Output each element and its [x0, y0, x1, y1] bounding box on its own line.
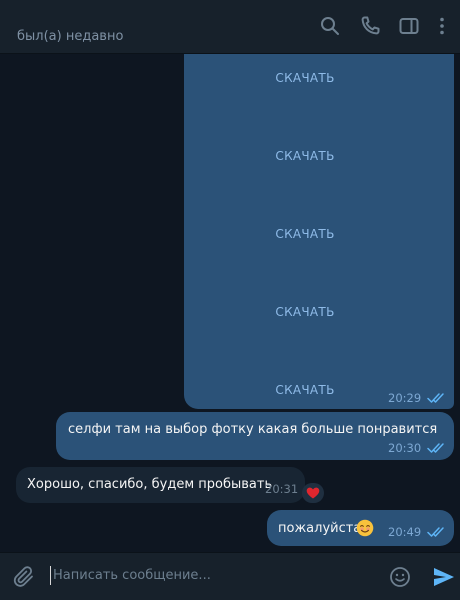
last-seen-status: был(а) недавно [17, 29, 124, 44]
sidebar-toggle-icon[interactable] [397, 14, 421, 38]
download-button[interactable]: СКАЧАТЬ [184, 227, 426, 241]
read-checkmarks-icon [427, 393, 444, 403]
message-time: 20:30 [388, 441, 422, 455]
read-checkmarks-icon [427, 527, 444, 537]
message-time: 20:29 [388, 391, 422, 405]
message-input[interactable]: Написать сообщение... [53, 568, 211, 583]
heart-icon [306, 487, 320, 499]
message-composer: Написать сообщение... [0, 552, 460, 600]
download-button[interactable]: СКАЧАТЬ [184, 71, 426, 85]
outgoing-message[interactable]: селфи там на выбор фотку какая больше по… [56, 412, 454, 460]
incoming-message[interactable]: Хорошо, спасибо, будем пробывать 20:31 [16, 467, 305, 503]
download-button[interactable]: СКАЧАТЬ [184, 305, 426, 319]
more-icon[interactable] [430, 14, 454, 38]
text-cursor [50, 566, 51, 585]
message-text: пожалуйста) [278, 521, 367, 536]
download-button[interactable]: СКАЧАТЬ [184, 149, 426, 163]
message-list[interactable]: СКАЧАТЬ СКАЧАТЬ СКАЧАТЬ СКАЧАТЬ СКАЧАТЬ … [0, 54, 460, 552]
reaction-badge[interactable] [302, 483, 324, 503]
message-text: селфи там на выбор фотку какая больше по… [68, 422, 438, 437]
send-icon[interactable] [431, 564, 457, 590]
message-time: 20:31 [265, 482, 299, 496]
media-message[interactable]: СКАЧАТЬ СКАЧАТЬ СКАЧАТЬ СКАЧАТЬ СКАЧАТЬ … [184, 54, 454, 409]
smiling-face-emoji [356, 519, 374, 537]
phone-icon[interactable] [358, 14, 382, 38]
message-text: Хорошо, спасибо, будем пробывать [27, 477, 273, 492]
attach-icon[interactable] [12, 565, 36, 589]
chat-header: был(а) недавно [0, 0, 460, 54]
message-time: 20:49 [388, 525, 422, 539]
emoji-icon[interactable] [388, 565, 412, 589]
read-checkmarks-icon [427, 443, 444, 453]
search-icon[interactable] [318, 14, 342, 38]
outgoing-message[interactable]: пожалуйста) 20:49 [267, 510, 454, 546]
